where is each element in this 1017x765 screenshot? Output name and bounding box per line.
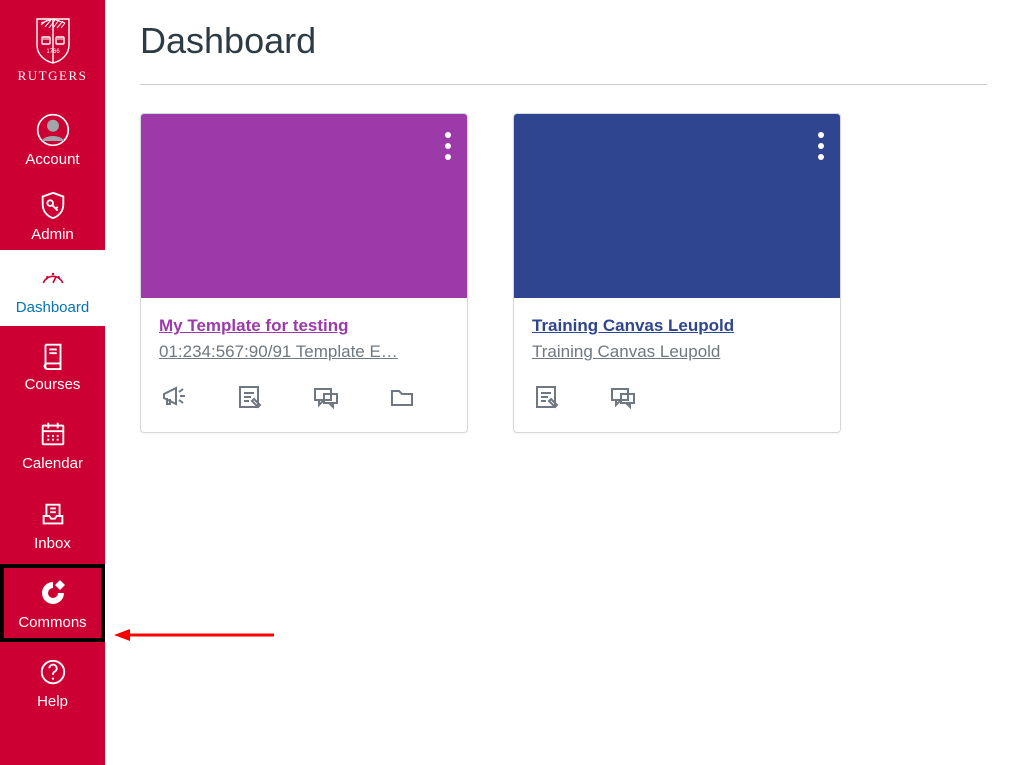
- files-icon[interactable]: [387, 382, 417, 412]
- global-nav: 1766 RUTGERS Account Admin Dashboard Cou…: [0, 0, 105, 765]
- page-title: Dashboard: [140, 20, 987, 62]
- inbox-icon: [36, 497, 70, 531]
- commons-icon: [36, 576, 70, 610]
- card-actions: [159, 382, 449, 422]
- card-title[interactable]: My Template for testing: [159, 316, 449, 336]
- course-card[interactable]: Training Canvas Leupold Training Canvas …: [513, 113, 841, 433]
- book-icon: [36, 338, 70, 372]
- card-subtitle[interactable]: 01:234:567:90/91 Template E…: [159, 342, 449, 362]
- assignments-icon[interactable]: [532, 382, 562, 412]
- nav-label: Commons: [18, 614, 86, 631]
- card-body: Training Canvas Leupold Training Canvas …: [514, 298, 840, 432]
- card-hero: [141, 114, 467, 298]
- nav-commons[interactable]: Commons: [0, 564, 105, 642]
- kebab-icon[interactable]: [818, 132, 824, 160]
- nav-label: Help: [37, 693, 68, 710]
- help-icon: [36, 655, 70, 689]
- gauge-icon: [36, 261, 70, 295]
- nav-inbox[interactable]: Inbox: [0, 484, 105, 564]
- course-card[interactable]: My Template for testing 01:234:567:90/91…: [140, 113, 468, 433]
- card-subtitle[interactable]: Training Canvas Leupold: [532, 342, 822, 362]
- calendar-icon: [36, 417, 70, 451]
- assignments-icon[interactable]: [235, 382, 265, 412]
- discussions-icon[interactable]: [608, 382, 638, 412]
- divider: [140, 84, 987, 85]
- svg-text:1766: 1766: [46, 49, 60, 55]
- shield-key-icon: [36, 188, 70, 222]
- card-hero: [514, 114, 840, 298]
- kebab-icon[interactable]: [445, 132, 451, 160]
- nav-account[interactable]: Account: [0, 100, 105, 180]
- nav-label: Dashboard: [16, 299, 89, 316]
- nav-courses[interactable]: Courses: [0, 326, 105, 404]
- card-title[interactable]: Training Canvas Leupold: [532, 316, 822, 336]
- nav-dashboard[interactable]: Dashboard: [0, 250, 105, 326]
- announcements-icon[interactable]: [159, 382, 189, 412]
- shield-icon: 1766: [32, 16, 74, 66]
- brand-name: RUTGERS: [18, 68, 88, 84]
- card-actions: [532, 382, 822, 422]
- discussions-icon[interactable]: [311, 382, 341, 412]
- nav-label: Inbox: [34, 535, 71, 552]
- nav-label: Admin: [31, 226, 74, 243]
- main-content: Dashboard My Template for testing 01:234…: [105, 0, 1017, 765]
- nav-admin[interactable]: Admin: [0, 180, 105, 250]
- card-body: My Template for testing 01:234:567:90/91…: [141, 298, 467, 432]
- dashboard-cards: My Template for testing 01:234:567:90/91…: [140, 113, 987, 433]
- nav-help[interactable]: Help: [0, 642, 105, 722]
- brand-logo[interactable]: 1766 RUTGERS: [0, 0, 105, 100]
- nav-label: Account: [25, 151, 79, 168]
- user-icon: [36, 113, 70, 147]
- nav-label: Courses: [25, 376, 81, 393]
- nav-label: Calendar: [22, 455, 83, 472]
- nav-calendar[interactable]: Calendar: [0, 404, 105, 484]
